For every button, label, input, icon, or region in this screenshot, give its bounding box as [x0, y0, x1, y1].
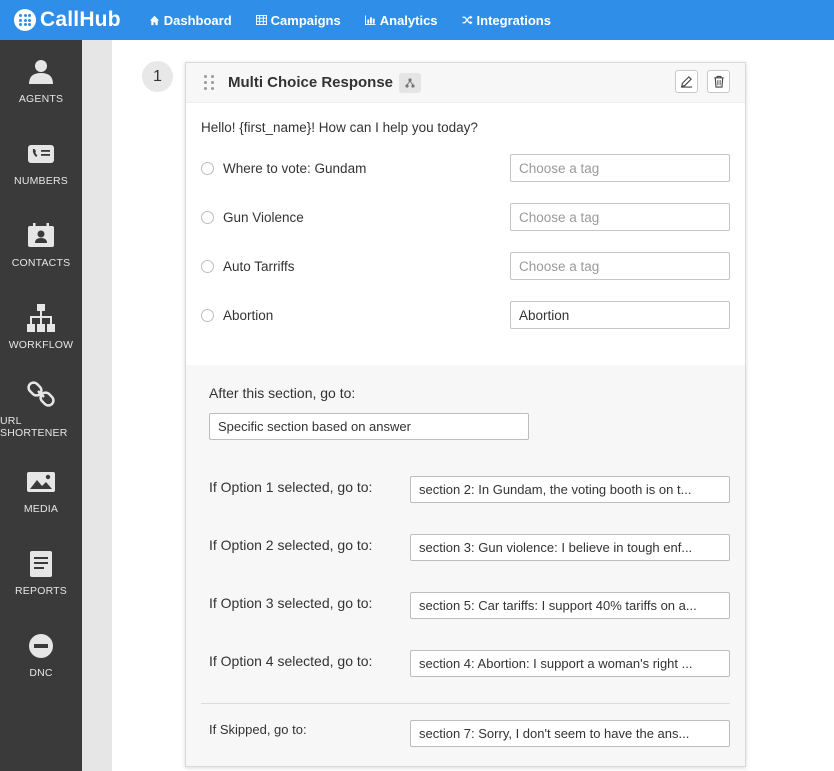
multi-choice-card: Multi Choice Response Hello! {first_name…	[185, 62, 746, 767]
after-section-label: After this section, go to:	[209, 385, 356, 401]
sidebar-item-label: WORKFLOW	[8, 339, 74, 351]
callhub-logo[interactable]: CallHub	[14, 8, 121, 32]
sidebar-item-dnc[interactable]: DNC	[0, 614, 82, 696]
drag-handle-icon[interactable]	[204, 75, 218, 90]
nav-dashboard-label: Dashboard	[163, 12, 232, 28]
branch-select[interactable]: section 3: Gun violence: I believe in to…	[410, 534, 730, 561]
branch-select[interactable]: section 2: In Gundam, the voting booth i…	[410, 476, 730, 503]
branch-label: If Option 2 selected, go to:	[209, 537, 373, 553]
logo-icon	[14, 9, 36, 31]
nav-integrations-label: Integrations	[476, 12, 551, 28]
delete-button[interactable]	[707, 70, 730, 93]
sidebar-item-numbers[interactable]: NUMBERS	[0, 122, 82, 204]
question-text: Hello! {first_name}! How can I help you …	[201, 120, 478, 135]
sidebar-item-label: CONTACTS	[11, 257, 71, 269]
branch-value: section 4: Abortion: I support a woman's…	[419, 656, 693, 671]
option-row: Where to vote: Gundam	[201, 154, 731, 182]
sidebar-item-workflow[interactable]: WORKFLOW	[0, 286, 82, 368]
tag-select-input[interactable]	[510, 301, 730, 329]
branch-value: section 5: Car tariffs: I support 40% ta…	[419, 598, 697, 613]
nav-analytics-label: Analytics	[379, 12, 438, 28]
nav-analytics[interactable]: Analytics	[364, 12, 438, 28]
branch-select[interactable]: section 5: Car tariffs: I support 40% ta…	[410, 592, 730, 619]
skip-value: section 7: Sorry, I don't seem to have t…	[419, 726, 690, 741]
branch-icon	[399, 72, 422, 93]
top-navbar: CallHub Dashboard Campaigns Analytics In…	[0, 0, 834, 40]
branch-label: If Option 3 selected, go to:	[209, 595, 373, 611]
sidebar-item-label: URL SHORTENER	[0, 415, 68, 439]
branch-label: If Option 1 selected, go to:	[209, 479, 373, 495]
skip-select[interactable]: section 7: Sorry, I don't seem to have t…	[410, 720, 730, 747]
sitemap-icon	[27, 304, 55, 332]
sidebar-item-label: AGENTS	[18, 93, 64, 105]
branch-value: section 3: Gun violence: I believe in to…	[419, 540, 693, 555]
left-sidebar: AGENTS NUMBERS CONTACTS WORKFLOW URL SHO…	[0, 40, 82, 771]
sidebar-item-label: MEDIA	[23, 503, 59, 515]
link-icon	[27, 381, 55, 407]
minus-circle-icon	[29, 634, 53, 658]
pencil-icon	[680, 76, 693, 88]
branch-value: section 2: In Gundam, the voting booth i…	[419, 482, 692, 497]
contact-card-icon	[28, 223, 54, 247]
option-row: Gun Violence	[201, 203, 731, 231]
branch-select[interactable]: section 4: Abortion: I support a woman's…	[410, 650, 730, 677]
card-title: Multi Choice Response	[228, 74, 394, 91]
tag-select-input[interactable]	[510, 154, 730, 182]
sidebar-item-url-shortener[interactable]: URL SHORTENER	[0, 368, 82, 450]
option-row: Abortion	[201, 301, 731, 329]
content-gutter	[82, 40, 112, 771]
phone-card-icon	[28, 145, 54, 163]
sidebar-item-label: REPORTS	[15, 585, 67, 597]
branching-section: After this section, go to: Specific sect…	[186, 365, 745, 766]
nav-dashboard[interactable]: Dashboard	[149, 13, 232, 28]
sidebar-item-reports[interactable]: REPORTS	[0, 532, 82, 614]
skip-label: If Skipped, go to:	[209, 722, 307, 737]
tag-select-input[interactable]	[510, 203, 730, 231]
option-radio[interactable]	[201, 259, 214, 273]
nav-campaigns[interactable]: Campaigns	[255, 12, 341, 28]
after-section-value: Specific section based on answer	[218, 419, 411, 434]
after-section-select[interactable]: Specific section based on answer	[209, 413, 529, 440]
option-radio[interactable]	[201, 210, 214, 224]
trash-icon	[713, 75, 724, 88]
option-row: Auto Tarriffs	[201, 252, 731, 280]
divider	[201, 703, 730, 704]
logo-text: CallHub	[40, 8, 121, 31]
sidebar-item-label: DNC	[29, 667, 53, 679]
sidebar-item-label: NUMBERS	[14, 175, 68, 187]
nav-integrations[interactable]: Integrations	[462, 13, 551, 28]
option-radio[interactable]	[201, 308, 214, 322]
sidebar-item-media[interactable]: MEDIA	[0, 450, 82, 532]
sidebar-item-agents[interactable]: AGENTS	[0, 40, 82, 122]
user-icon	[29, 60, 53, 84]
card-header: Multi Choice Response	[186, 63, 745, 103]
bar-chart-icon	[364, 15, 376, 25]
report-icon	[30, 551, 52, 577]
edit-button[interactable]	[675, 70, 698, 93]
sidebar-item-contacts[interactable]: CONTACTS	[0, 204, 82, 286]
step-number-badge: 1	[142, 61, 173, 92]
option-radio[interactable]	[201, 161, 214, 175]
nav-campaigns-label: Campaigns	[270, 12, 341, 28]
tag-select-input[interactable]	[510, 252, 730, 280]
shuffle-icon	[462, 15, 473, 25]
table-icon	[255, 15, 267, 25]
branch-label: If Option 4 selected, go to:	[209, 653, 373, 669]
home-icon	[149, 15, 160, 26]
image-icon	[27, 472, 55, 492]
